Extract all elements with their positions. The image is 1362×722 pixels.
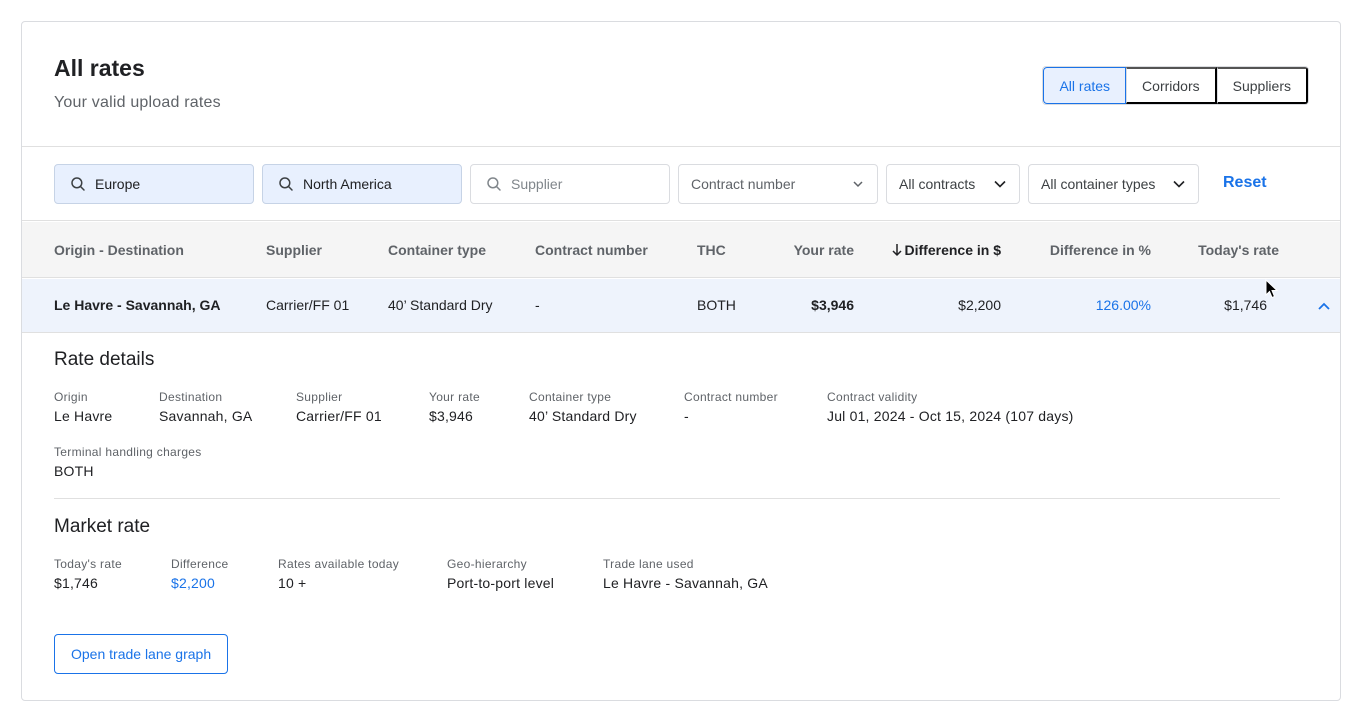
detail-contract-validity: Contract validity Jul 01, 2024 - Oct 15,… — [827, 390, 1074, 424]
cell-contract-number: - — [535, 297, 540, 313]
detail-container-type: Container type 40’ Standard Dry — [529, 390, 637, 424]
detail-supplier: Supplier Carrier/FF 01 — [296, 390, 382, 424]
cell-container-type: 40’ Standard Dry — [388, 297, 493, 313]
col-supplier[interactable]: Supplier — [266, 242, 322, 258]
origin-search-value: Europe — [95, 176, 141, 192]
col-your-rate[interactable]: Your rate — [794, 242, 854, 258]
chevron-down-icon — [1172, 177, 1186, 191]
chevron-down-icon — [851, 177, 865, 191]
cell-thc: BOTH — [697, 297, 736, 313]
page-header: All rates Your valid upload rates All ra… — [22, 22, 1340, 147]
col-difference-usd-label: Difference in $ — [904, 242, 1001, 258]
detail-destination: Destination Savannah, GA — [159, 390, 253, 424]
origin-search-input[interactable]: Europe — [54, 164, 254, 204]
detail-terminal-handling-charges: Terminal handling charges BOTH — [54, 445, 202, 479]
col-todays-rate[interactable]: Today's rate — [1198, 242, 1279, 258]
col-difference-usd[interactable]: Difference in $ — [891, 242, 1001, 258]
detail-origin: Origin Le Havre — [54, 390, 113, 424]
chevron-down-icon — [993, 177, 1007, 191]
destination-search-input[interactable]: North America — [262, 164, 462, 204]
container-types-select[interactable]: All container types — [1028, 164, 1199, 204]
reset-button[interactable]: Reset — [1223, 174, 1267, 192]
rates-card: All rates Your valid upload rates All ra… — [21, 21, 1341, 701]
cell-difference-pct: 126.00% — [1095, 297, 1151, 313]
container-types-select-value: All container types — [1041, 176, 1156, 192]
market-difference: Difference $2,200 — [171, 557, 229, 591]
cell-difference-usd: $2,200 — [958, 297, 1001, 313]
market-geo-hierarchy: Geo-hierarchy Port-to-port level — [447, 557, 555, 591]
section-divider — [54, 498, 1280, 499]
col-thc[interactable]: THC — [697, 242, 726, 258]
table-row[interactable]: Le Havre - Savannah, GA Carrier/FF 01 40… — [22, 279, 1340, 333]
col-origin-destination[interactable]: Origin - Destination — [54, 242, 184, 258]
arrow-down-icon — [891, 243, 903, 257]
cell-todays-rate: $1,746 — [1224, 297, 1267, 313]
destination-search-value: North America — [303, 176, 392, 192]
contract-number-select[interactable]: Contract number — [678, 164, 878, 204]
page-subtitle: Your valid upload rates — [54, 94, 221, 111]
market-rate-title: Market rate — [54, 516, 151, 537]
cell-supplier: Carrier/FF 01 — [266, 297, 350, 313]
tab-all-rates[interactable]: All rates — [1043, 67, 1127, 104]
market-rates-available: Rates available today 10 + — [278, 557, 400, 591]
tab-suppliers[interactable]: Suppliers — [1216, 67, 1308, 104]
search-icon — [69, 175, 87, 193]
tab-corridors[interactable]: Corridors — [1126, 67, 1217, 104]
cell-origin-destination: Le Havre - Savannah, GA — [54, 297, 221, 313]
col-container-type[interactable]: Container type — [388, 242, 486, 258]
supplier-search-input[interactable]: Supplier — [470, 164, 670, 204]
market-todays-rate: Today's rate $1,746 — [54, 557, 122, 591]
search-icon — [277, 175, 295, 193]
rate-details-title: Rate details — [54, 349, 155, 370]
page-title: All rates — [54, 55, 145, 81]
detail-your-rate: Your rate $3,946 — [429, 390, 480, 424]
col-contract-number[interactable]: Contract number — [535, 242, 648, 258]
open-trade-lane-graph-button[interactable]: Open trade lane graph — [54, 634, 229, 674]
search-icon — [485, 175, 503, 193]
view-tabs: All rates Corridors Suppliers — [1042, 66, 1309, 105]
cell-your-rate: $3,946 — [811, 297, 854, 313]
market-trade-lane-used: Trade lane used Le Havre - Savannah, GA — [603, 557, 768, 591]
collapse-row-button[interactable] — [1314, 296, 1334, 316]
table-header: Origin - Destination Supplier Container … — [22, 222, 1340, 278]
supplier-placeholder: Supplier — [511, 176, 563, 192]
chevron-up-icon — [1318, 302, 1330, 310]
filter-bar: Europe North America Supplier Contract n… — [22, 148, 1340, 221]
col-difference-pct[interactable]: Difference in % — [1050, 242, 1151, 258]
detail-contract-number: Contract number - — [684, 390, 778, 424]
contracts-select-value: All contracts — [899, 176, 976, 192]
contracts-select[interactable]: All contracts — [886, 164, 1020, 204]
mouse-cursor-icon — [1265, 278, 1279, 299]
contract-number-placeholder: Contract number — [691, 176, 796, 192]
